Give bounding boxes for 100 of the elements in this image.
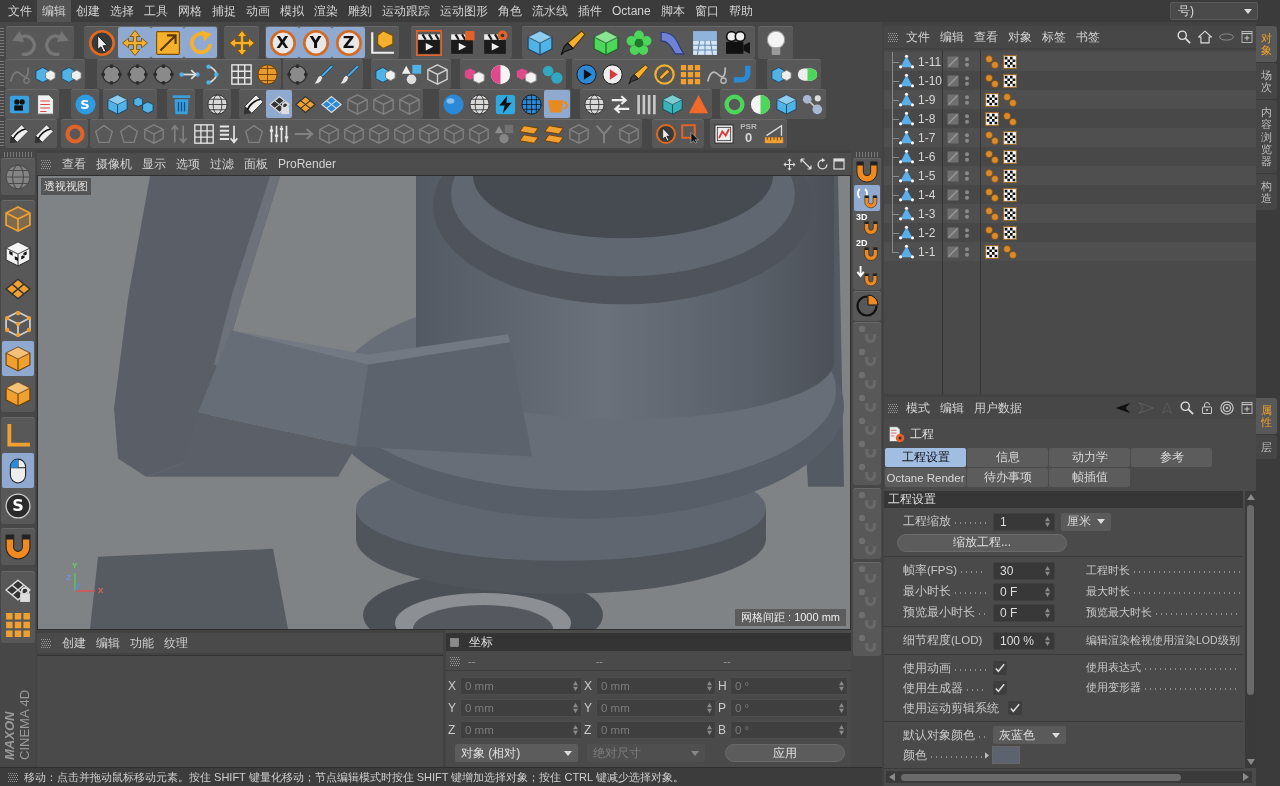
menu-item[interactable]: 动画 [241, 0, 275, 22]
menu-item[interactable]: 面板 [239, 154, 273, 174]
tool-button[interactable] [854, 263, 880, 289]
menu-item[interactable]: 显示 [137, 154, 171, 174]
object-row[interactable]: 1-7 [884, 128, 1256, 147]
number-field[interactable]: 0 F [993, 582, 1055, 601]
menu-item[interactable]: 过滤 [205, 154, 239, 174]
menu-item[interactable]: 标签 [1037, 27, 1071, 47]
menu-item[interactable]: 纹理 [159, 633, 193, 653]
menu-item[interactable]: 运动图形 [435, 0, 493, 22]
menu-item[interactable]: 模拟 [275, 0, 309, 22]
unit-dropdown[interactable]: 厘米 [1061, 512, 1111, 531]
tool-button[interactable]: 2D [854, 237, 880, 263]
menu-item[interactable]: 工具 [139, 0, 173, 22]
tool-button[interactable]: PSR 0 [736, 120, 761, 147]
side-tab[interactable]: 层 [1256, 435, 1277, 460]
tab[interactable]: 工程设置 [885, 448, 966, 467]
object-row[interactable]: 1-9 [884, 90, 1256, 109]
menu-item[interactable]: 渲染 [309, 0, 343, 22]
tool-button[interactable] [853, 291, 881, 321]
action-button[interactable]: 缩放工程... [897, 533, 1067, 552]
menu-item[interactable]: 网格 [173, 0, 207, 22]
menu-item[interactable]: 脚本 [655, 0, 690, 22]
menu-item[interactable]: 编辑 [91, 633, 125, 653]
drag-handle[interactable] [0, 91, 4, 117]
drag-handle[interactable] [0, 121, 4, 146]
tab[interactable]: 帧插值 [1049, 468, 1130, 487]
layout-dropdown[interactable]: 号) [1170, 2, 1258, 20]
object-row[interactable]: 1-5 [884, 166, 1256, 185]
dropdown[interactable]: 灰蓝色 [993, 726, 1066, 744]
menu-item[interactable]: 书签 [1071, 27, 1105, 47]
tab[interactable]: 参考 [1131, 448, 1212, 467]
checkbox[interactable] [993, 681, 1007, 695]
tab[interactable]: Octane Render [885, 468, 966, 487]
checkbox[interactable] [1008, 701, 1022, 715]
tool-button[interactable]: S [2, 488, 34, 523]
checkbox[interactable] [993, 661, 1007, 675]
tab[interactable]: 待办事项 [967, 468, 1048, 487]
menu-item[interactable]: 功能 [125, 633, 159, 653]
number-field[interactable]: 30 [993, 561, 1055, 580]
menu-item[interactable]: 编辑 [935, 398, 969, 418]
menu-item[interactable]: 摄像机 [91, 154, 137, 174]
menu-item[interactable]: 查看 [969, 27, 1003, 47]
scrollbar-thumb[interactable] [1247, 505, 1254, 695]
tool-button[interactable]: X [266, 27, 299, 58]
tool-button[interactable] [203, 89, 231, 119]
menu-item[interactable]: Octane [607, 0, 656, 22]
menu-item[interactable]: 用户数据 [969, 398, 1027, 418]
drag-handle[interactable] [4, 152, 33, 157]
menu-item[interactable]: ProRender [273, 154, 342, 174]
menu-item[interactable]: 选项 [171, 154, 205, 174]
dropdown[interactable]: 对象 (相对) [455, 744, 578, 762]
menu-item[interactable]: 创建 [57, 633, 91, 653]
number-field[interactable]: 0 F [993, 603, 1055, 622]
viewport-canvas[interactable]: 透视视图 网格间距 : 1000 mm Y Z X [37, 175, 851, 630]
number-field[interactable]: 1 [993, 512, 1055, 531]
side-tab[interactable]: 对象 [1256, 26, 1277, 63]
menu-item[interactable]: 编辑 [935, 27, 969, 47]
menu-item[interactable]: 捕捉 [207, 0, 241, 22]
number-field[interactable]: 100 % [993, 631, 1055, 650]
tool-button[interactable] [854, 159, 880, 185]
drag-handle[interactable] [856, 152, 879, 157]
menu-item[interactable]: 帮助 [723, 0, 758, 22]
tool-button[interactable]: 3D [854, 211, 880, 237]
menu-item[interactable]: 窗口 [689, 0, 724, 22]
menu-item[interactable]: 模式 [901, 398, 935, 418]
tool-button[interactable] [1, 528, 35, 565]
side-tab[interactable]: 属性 [1256, 398, 1277, 435]
menu-item[interactable]: 创建 [71, 0, 105, 22]
tool-button[interactable]: Z [332, 27, 365, 58]
tab[interactable]: 信息 [967, 448, 1048, 467]
object-row[interactable]: 1-3 [884, 204, 1256, 223]
menu-item[interactable]: 角色 [493, 0, 527, 22]
side-tab[interactable]: 场次 [1256, 63, 1277, 100]
side-tab[interactable]: 内容浏览器 [1256, 100, 1277, 173]
menu-item[interactable]: 编辑 [37, 0, 71, 22]
apply-button[interactable]: 应用 [725, 744, 845, 762]
horizontal-scrollbar[interactable] [886, 771, 1252, 783]
tool-button[interactable] [758, 26, 793, 59]
tool-button[interactable] [266, 90, 292, 118]
menu-item[interactable]: 文件 [3, 0, 37, 22]
tab[interactable]: 动力学 [1049, 448, 1130, 467]
menu-item[interactable]: 选择 [105, 0, 139, 22]
tool-button[interactable]: Y [299, 27, 332, 58]
vertical-scrollbar[interactable] [1245, 491, 1256, 768]
menu-item[interactable]: 对象 [1003, 27, 1037, 47]
menu-item[interactable]: 运动跟踪 [377, 0, 435, 22]
object-row[interactable]: 1-11 [884, 52, 1256, 71]
drag-handle[interactable] [0, 61, 4, 87]
object-row[interactable]: 1-1 [884, 242, 1256, 261]
color-swatch[interactable] [992, 746, 1020, 764]
menu-item[interactable]: 流水线 [527, 0, 573, 22]
drag-handle[interactable] [0, 28, 4, 57]
tool-button[interactable] [854, 185, 880, 211]
tool-button[interactable] [2, 453, 34, 488]
menu-item[interactable]: 插件 [573, 0, 607, 22]
menu-item[interactable]: 雕刻 [343, 0, 377, 22]
menu-item[interactable]: 查看 [57, 154, 91, 174]
menu-item[interactable]: 文件 [901, 27, 935, 47]
scrollbar-thumb[interactable] [901, 773, 1181, 781]
